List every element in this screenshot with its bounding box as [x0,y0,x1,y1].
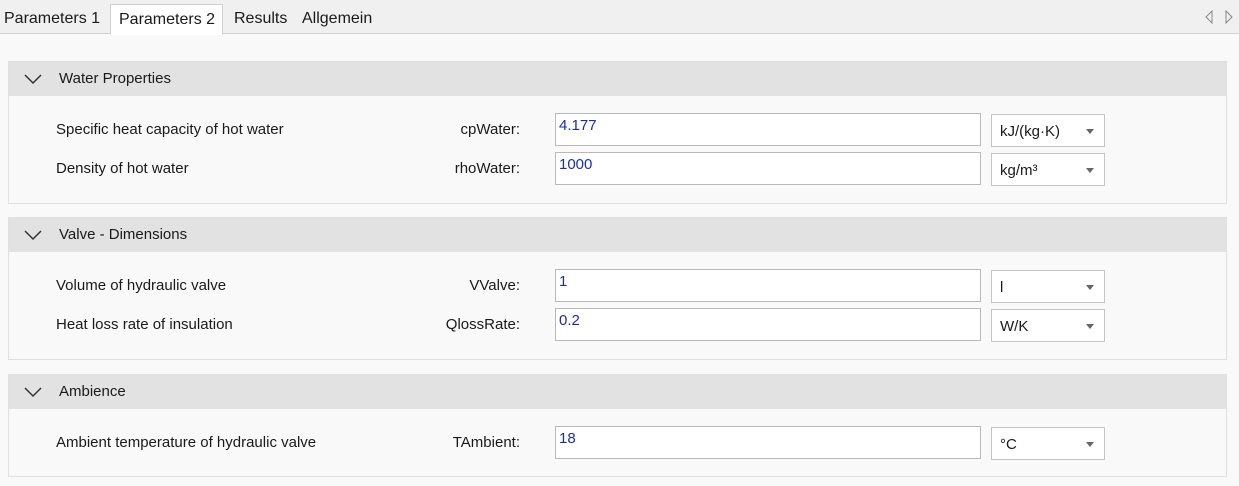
unit-value: W/K [1000,318,1029,335]
dropdown-caret-icon [1086,442,1094,447]
section-header-water-properties[interactable]: Water Properties [9,62,1226,96]
section-water-properties: Water Properties Specific heat capacity … [8,61,1227,204]
section-header-valve-dimensions[interactable]: Valve - Dimensions [9,218,1226,252]
param-row-rhowater: Density of hot water rhoWater: kg/m³ [9,151,1226,187]
vvalve-input[interactable] [555,269,981,302]
param-row-cpwater: Specific heat capacity of hot water cpWa… [9,112,1226,148]
param-row-tambient: Ambient temperature of hydraulic valve T… [9,425,1226,461]
triangle-left-icon[interactable] [1204,9,1214,25]
section-valve-dimensions: Valve - Dimensions Volume of hydraulic v… [8,217,1227,360]
unit-value: °C [1000,436,1017,453]
dropdown-caret-icon [1086,168,1094,173]
section-title: Valve - Dimensions [59,226,188,243]
tab-allgemein[interactable]: Allgemein [302,4,372,34]
tab-parameters-1[interactable]: Parameters 1 [4,4,100,34]
section-ambience: Ambience Ambient temperature of hydrauli… [8,374,1227,477]
param-name: VValve: [469,277,520,294]
param-label: Volume of hydraulic valve [56,277,227,294]
tab-parameters-2[interactable]: Parameters 2 [110,4,223,35]
unit-value: kJ/(kg·K) [1000,123,1060,140]
param-name: rhoWater: [454,160,520,177]
param-row-vvalve: Volume of hydraulic valve VValve: l [9,268,1226,304]
dropdown-caret-icon [1086,129,1094,134]
tambient-unit-select[interactable]: °C [991,427,1105,460]
unit-value: l [1000,279,1004,296]
triangle-right-icon[interactable] [1224,9,1234,25]
tab-results[interactable]: Results [234,4,287,34]
tambient-input[interactable] [555,426,981,459]
param-label: Density of hot water [56,160,189,177]
rhowater-unit-select[interactable]: kg/m³ [991,153,1105,186]
unit-value: kg/m³ [1000,162,1038,179]
param-name: QlossRate: [445,316,520,333]
param-label: Specific heat capacity of hot water [56,121,284,138]
qlossrate-input[interactable] [555,308,981,341]
section-title: Ambience [59,383,126,400]
cpwater-input[interactable] [555,113,981,146]
qlossrate-unit-select[interactable]: W/K [991,309,1105,342]
chevron-down-icon[interactable] [23,385,43,399]
chevron-down-icon[interactable] [23,228,43,242]
param-name: cpWater: [460,121,520,138]
dropdown-caret-icon [1086,285,1094,290]
vvalve-unit-select[interactable]: l [991,270,1105,303]
param-name: TAmbient: [452,434,520,451]
param-row-qlossrate: Heat loss rate of insulation QlossRate: … [9,307,1226,343]
param-label: Heat loss rate of insulation [56,316,233,333]
rhowater-input[interactable] [555,152,981,185]
section-header-ambience[interactable]: Ambience [9,375,1226,409]
tab-bar: Parameters 1 Parameters 2 Results Allgem… [0,0,1239,35]
param-label: Ambient temperature of hydraulic valve [56,434,317,451]
cpwater-unit-select[interactable]: kJ/(kg·K) [991,114,1105,147]
dropdown-caret-icon [1086,324,1094,329]
chevron-down-icon[interactable] [23,72,43,86]
section-title: Water Properties [59,70,171,87]
